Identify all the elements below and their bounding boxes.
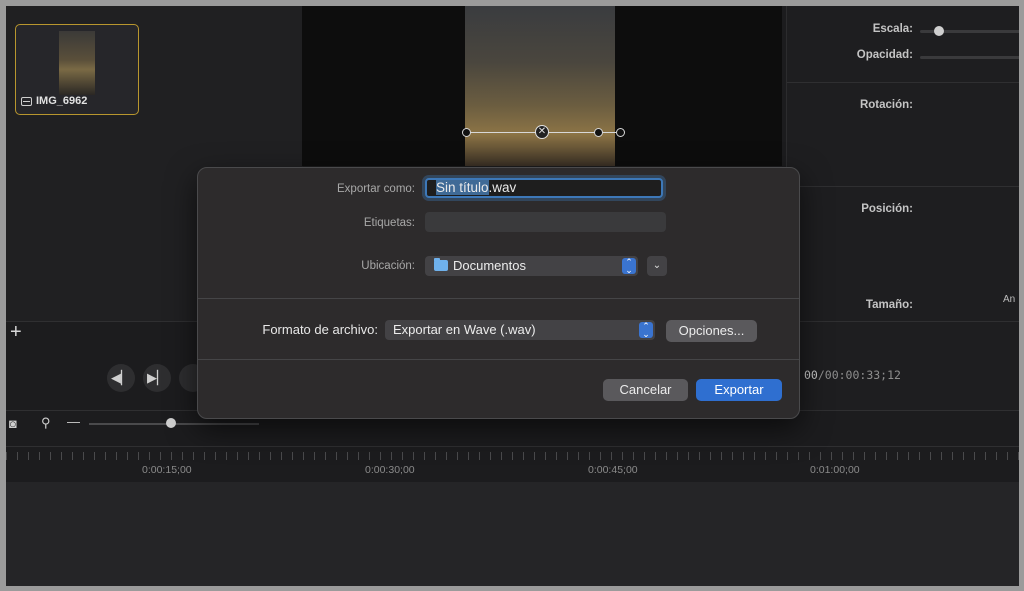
location-value: Documentos xyxy=(453,258,526,273)
zoom-slider-knob[interactable] xyxy=(166,418,176,428)
format-value: Exportar en Wave (.wav) xyxy=(393,322,536,337)
skip-back-icon[interactable]: ◀▏ xyxy=(107,364,135,392)
ruler-label: 0:00:15;00 xyxy=(142,464,192,476)
video-frame[interactable] xyxy=(465,6,615,166)
timeline-tracks[interactable] xyxy=(6,482,1019,586)
dialog-separator xyxy=(198,298,799,299)
scale-label: Escala: xyxy=(872,23,913,35)
dialog-separator xyxy=(198,359,799,360)
location-label: Ubicación: xyxy=(361,260,415,272)
opacity-slider[interactable] xyxy=(920,56,1019,59)
export-as-label: Exportar como: xyxy=(337,183,415,195)
properties-panel: Escala: Opacidad: Rotación: Posición: Ta… xyxy=(786,6,1019,426)
cancel-button[interactable]: Cancelar xyxy=(603,379,688,401)
transform-handle-right[interactable] xyxy=(616,128,625,137)
folder-icon xyxy=(434,258,448,271)
format-select[interactable]: Exportar en Wave (.wav) ⌃ ⌄ xyxy=(385,320,655,340)
chevron-updown-icon: ⌃ ⌄ xyxy=(639,322,653,339)
ruler-label: 0:01:00;00 xyxy=(810,464,860,476)
location-select[interactable]: Documentos ⌃ ⌄ xyxy=(425,256,638,276)
minus-icon[interactable]: — xyxy=(67,414,80,429)
filename-input[interactable]: Sin título.wav xyxy=(425,178,663,198)
rotation-label: Rotación: xyxy=(859,99,913,111)
position-label: Posición: xyxy=(861,203,913,215)
film-icon xyxy=(21,96,32,106)
export-dialog: Exportar como: Sin título.wav Etiquetas:… xyxy=(197,167,800,419)
chevron-down-icon[interactable]: ⌄ xyxy=(647,256,667,276)
opacity-label: Opacidad: xyxy=(856,49,913,61)
transform-handle-mid[interactable] xyxy=(594,128,603,137)
tags-input[interactable] xyxy=(425,212,666,232)
media-clip[interactable]: IMG_6962 xyxy=(15,24,139,115)
add-media-plus-icon[interactable]: + xyxy=(10,322,22,342)
chevron-updown-icon: ⌃ ⌄ xyxy=(622,258,636,275)
timecode-display: 00/00:00:33;12 xyxy=(804,368,901,382)
ruler-label: 0:00:30;00 xyxy=(365,464,415,476)
preview-canvas[interactable]: ✕ xyxy=(302,6,782,166)
tags-label: Etiquetas: xyxy=(363,217,415,229)
transform-handle-left[interactable] xyxy=(462,128,471,137)
prop-separator xyxy=(787,186,1019,187)
filename-extension: .wav xyxy=(488,180,517,195)
format-label: Formato de archivo: xyxy=(262,322,378,337)
filename-selection: Sin título xyxy=(436,180,489,195)
clip-name: IMG_6962 xyxy=(36,95,88,107)
ruler-label: 0:00:45;00 xyxy=(588,464,638,476)
options-button[interactable]: Opciones... xyxy=(666,320,757,342)
prop-separator xyxy=(787,82,1019,83)
magnify-icon[interactable]: ⚲ xyxy=(41,415,51,431)
size-width-label: An xyxy=(1003,294,1016,305)
export-button[interactable]: Exportar xyxy=(696,379,782,401)
ruler-ticks xyxy=(6,452,1019,460)
size-label: Tamaño: xyxy=(865,299,913,311)
play-pause-icon[interactable]: ▶▏ xyxy=(143,364,171,392)
center-anchor-icon[interactable]: ✕ xyxy=(535,125,549,139)
scale-slider-knob[interactable] xyxy=(934,26,944,36)
clip-label: IMG_6962 xyxy=(21,95,87,107)
clip-thumbnail xyxy=(59,31,95,95)
camera-icon[interactable]: ◙ xyxy=(9,416,17,431)
